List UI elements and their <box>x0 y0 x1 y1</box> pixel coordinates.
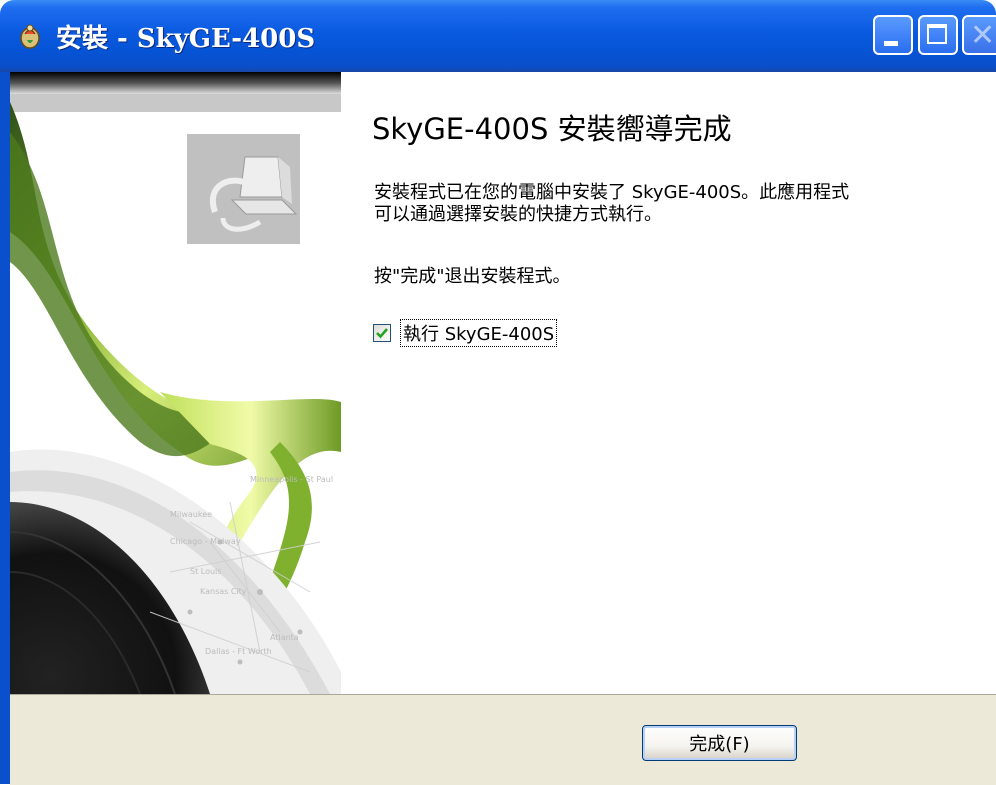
page-heading: SkyGE-400S 安裝嚮導完成 <box>372 112 732 146</box>
close-icon: ✕ <box>970 18 996 53</box>
button-bar <box>10 694 996 785</box>
description-line: 可以通過選擇安裝的快捷方式執行。 <box>374 204 662 225</box>
map-label: Minneapolis - St Paul <box>250 475 333 484</box>
map-label: Milwaukee <box>170 510 212 519</box>
window-title: 安裝 - SkyGE-400S <box>56 24 316 54</box>
wizard-banner-image: Minneapolis - St Paul Milwaukee Chicago … <box>10 72 341 694</box>
run-app-checkbox[interactable] <box>373 324 391 342</box>
completion-description: 安裝程式已在您的電腦中安裝了 SkyGE-400S。此應用程式 可以通過選擇安裝… <box>374 182 974 226</box>
map-label: Kansas City <box>200 587 247 596</box>
map-label: St Louis <box>190 567 221 576</box>
run-app-checkbox-row[interactable]: 執行 SkyGE-400S <box>373 319 558 347</box>
minimize-button[interactable] <box>873 15 913 55</box>
finish-instruction: 按"完成"退出安裝程式。 <box>374 266 571 287</box>
map-label: Dallas - Ft Worth <box>205 647 272 656</box>
run-app-checkbox-label[interactable]: 執行 SkyGE-400S <box>400 319 558 347</box>
map-label: Atlanta <box>270 633 299 642</box>
maximize-icon <box>927 24 947 44</box>
finish-button[interactable]: 完成(F) <box>642 725 797 761</box>
checkmark-icon <box>376 328 388 339</box>
computer-install-icon <box>187 134 300 244</box>
maximize-button[interactable] <box>918 15 958 55</box>
map-label: Chicago - Midway <box>170 537 241 546</box>
setup-icon <box>20 24 40 49</box>
description-line: 安裝程式已在您的電腦中安裝了 SkyGE-400S。此應用程式 <box>374 182 850 203</box>
close-button[interactable]: ✕ <box>962 15 996 55</box>
window-frame-left <box>0 72 10 784</box>
banner-artwork: Minneapolis - St Paul Milwaukee Chicago … <box>10 72 341 694</box>
title-bar: 安裝 - SkyGE-400S ✕ <box>0 0 996 72</box>
minimize-icon <box>884 41 898 46</box>
